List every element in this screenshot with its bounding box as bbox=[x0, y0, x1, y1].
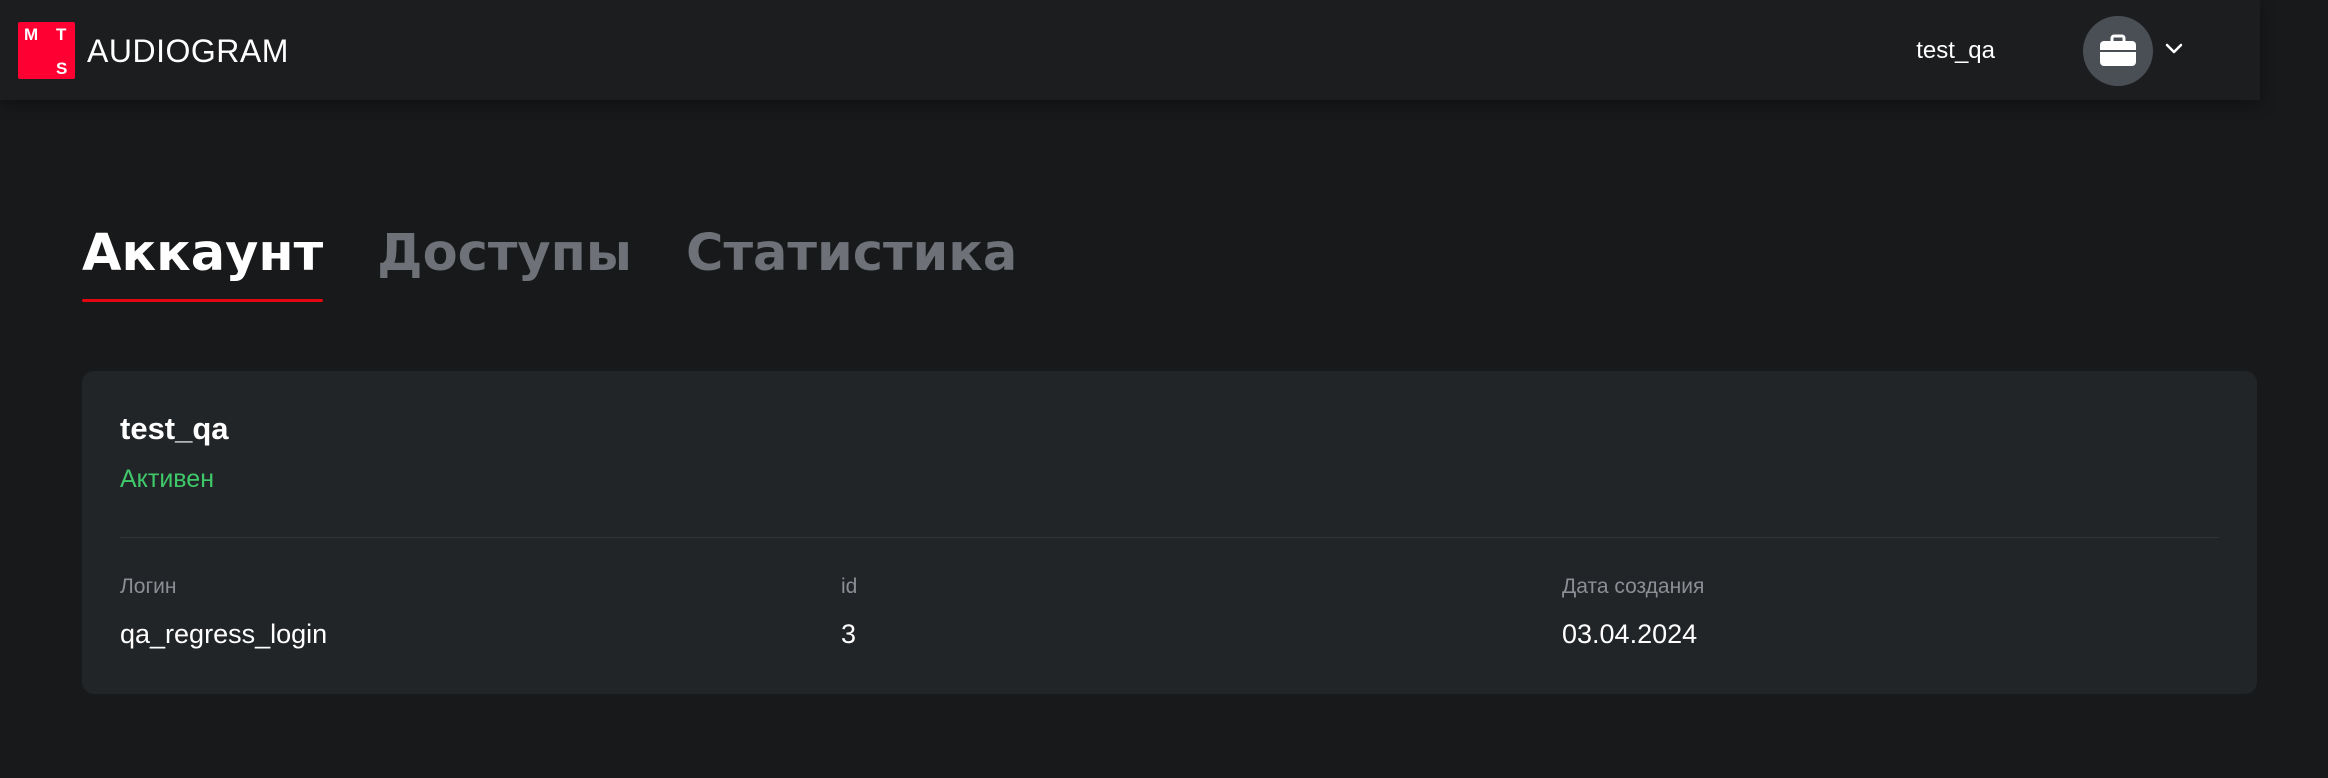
field-created: Дата создания 03.04.2024 bbox=[1562, 575, 1704, 649]
field-created-value: 03.04.2024 bbox=[1562, 619, 1698, 649]
account-name: test_qa bbox=[120, 411, 229, 446]
field-login-value: qa_regress_login bbox=[120, 619, 328, 649]
logo-letter-m: M bbox=[24, 25, 39, 44]
user-name[interactable]: test_qa bbox=[1916, 37, 1995, 65]
briefcase-icon bbox=[2100, 34, 2136, 66]
field-id: id 3 bbox=[841, 575, 857, 649]
tabs: Аккаунт Доступы Статистика bbox=[82, 224, 1017, 302]
tab-accesses[interactable]: Доступы bbox=[377, 224, 632, 302]
top-bar: M T S AUDIOGRAM test_qa bbox=[0, 0, 2260, 100]
tab-statistics[interactable]: Статистика bbox=[686, 224, 1017, 302]
chevron-down-icon bbox=[2165, 43, 2183, 54]
tab-account[interactable]: Аккаунт bbox=[82, 224, 324, 302]
account-status: Активен bbox=[120, 465, 215, 493]
logo-letter-s: S bbox=[56, 59, 68, 78]
field-login: Логин qa_regress_login bbox=[120, 575, 327, 649]
field-login-label: Логин bbox=[120, 575, 177, 598]
field-id-value: 3 bbox=[841, 619, 857, 649]
mts-logo[interactable]: M T S bbox=[18, 22, 75, 79]
user-menu-chevron[interactable] bbox=[2163, 38, 2185, 60]
account-card: test_qa Активен Логин qa_regress_login i… bbox=[82, 371, 2257, 694]
app-title[interactable]: AUDIOGRAM bbox=[87, 33, 289, 69]
user-avatar-button[interactable] bbox=[2083, 16, 2153, 86]
field-created-label: Дата создания bbox=[1562, 575, 1705, 598]
field-id-label: id bbox=[841, 575, 858, 598]
divider bbox=[120, 537, 2219, 538]
logo-letter-t: T bbox=[56, 25, 67, 44]
